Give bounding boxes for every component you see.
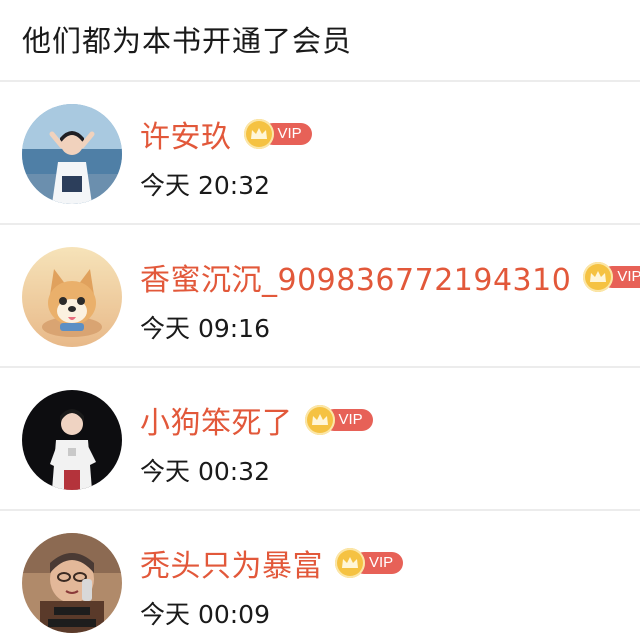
avatar[interactable] [22, 247, 122, 347]
vip-badge: VIP [583, 262, 640, 292]
shiba-dog-illustration-icon [22, 247, 122, 347]
user-name[interactable]: 秃头只为暴富 [140, 541, 323, 585]
name-line: 许安玖 VIP [140, 112, 312, 156]
vip-badge: VIP [304, 405, 373, 435]
user-name[interactable]: 小狗笨死了 [140, 398, 293, 442]
crown-icon [304, 405, 335, 435]
vip-badge: VIP [243, 119, 312, 149]
name-line: 秃头只为暴富 VIP [140, 541, 404, 585]
crown-icon [243, 119, 274, 149]
idol-photo-icon [22, 390, 122, 490]
header: 他们都为本书开通了会员 [0, 0, 640, 82]
user-name[interactable]: 香蜜沉沉_909836772194310 [140, 255, 571, 299]
join-time: 今天 00:32 [140, 457, 270, 486]
join-time: 今天 20:32 [140, 171, 270, 200]
list-item[interactable]: 香蜜沉沉_909836772194310 VIP 今天 09:16 [0, 225, 640, 368]
avatar[interactable] [22, 533, 122, 633]
page-title: 他们都为本书开通了会员 [22, 24, 353, 58]
list-item[interactable]: 许安玖 VIP 今天 20:32 [0, 82, 640, 225]
crown-icon [335, 548, 365, 578]
name-line: 香蜜沉沉_909836772194310 VIP [140, 255, 640, 299]
list-item[interactable]: 小狗笨死了 VIP 今天 00:32 [0, 368, 640, 511]
avatar[interactable] [22, 390, 122, 490]
vip-badge: VIP [335, 548, 404, 578]
member-list: 许安玖 VIP 今天 20:32 香蜜沉沉_909836772194310 VI… [0, 82, 640, 637]
girl-seaside-photo-icon [22, 104, 122, 204]
join-time: 今天 00:09 [140, 600, 270, 629]
user-name[interactable]: 许安玖 [140, 112, 232, 156]
member-list-page: 他们都为本书开通了会员 许安玖 VIP 今天 20:32 香蜜沉沉_909836… [0, 0, 640, 637]
avatar[interactable] [22, 104, 122, 204]
name-line: 小狗笨死了 VIP [140, 398, 373, 442]
grandma-phone-meme-icon [22, 533, 122, 633]
list-item[interactable]: 秃头只为暴富 VIP 今天 00:09 [0, 511, 640, 637]
join-time: 今天 09:16 [140, 314, 270, 343]
